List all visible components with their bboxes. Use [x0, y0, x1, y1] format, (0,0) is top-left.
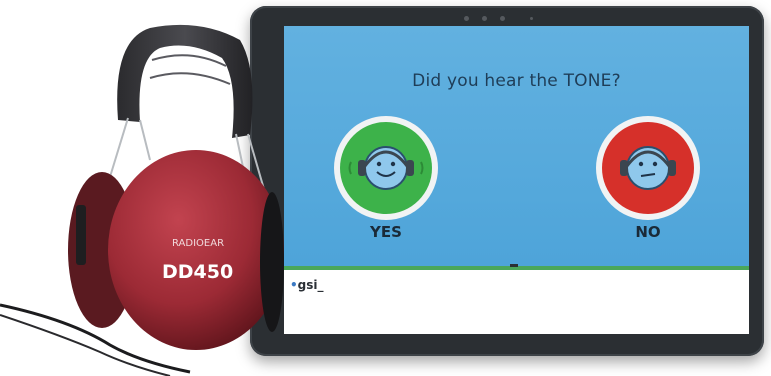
bar-notch	[510, 264, 518, 267]
camera-dot	[482, 16, 487, 21]
headphone-model: DD450	[162, 261, 233, 283]
question-text: Did you hear the TONE?	[412, 71, 621, 91]
happy-face-headphones-icon	[348, 146, 424, 190]
tablet-screen: Did you hear the TONE? YES NO •gsi_	[284, 26, 749, 334]
front-ear-cup	[108, 150, 284, 350]
yes-label: YES	[370, 223, 402, 241]
tablet-camera	[460, 15, 550, 23]
headphone-brand: RADIOEAR	[172, 238, 224, 249]
no-label: NO	[635, 223, 661, 241]
camera-dot	[464, 16, 469, 21]
camera-dot	[530, 17, 533, 20]
yes-button[interactable]	[334, 116, 438, 220]
test-app-panel: Did you hear the TONE? YES NO	[284, 26, 749, 266]
no-button[interactable]	[596, 116, 700, 220]
neutral-face-headphones-icon	[620, 146, 676, 190]
camera-dot	[500, 16, 505, 21]
headphones-image: RADIOEAR DD450	[0, 24, 284, 376]
headband	[117, 24, 253, 138]
product-scene: Did you hear the TONE? YES NO •gsi_ RADI…	[0, 0, 771, 376]
